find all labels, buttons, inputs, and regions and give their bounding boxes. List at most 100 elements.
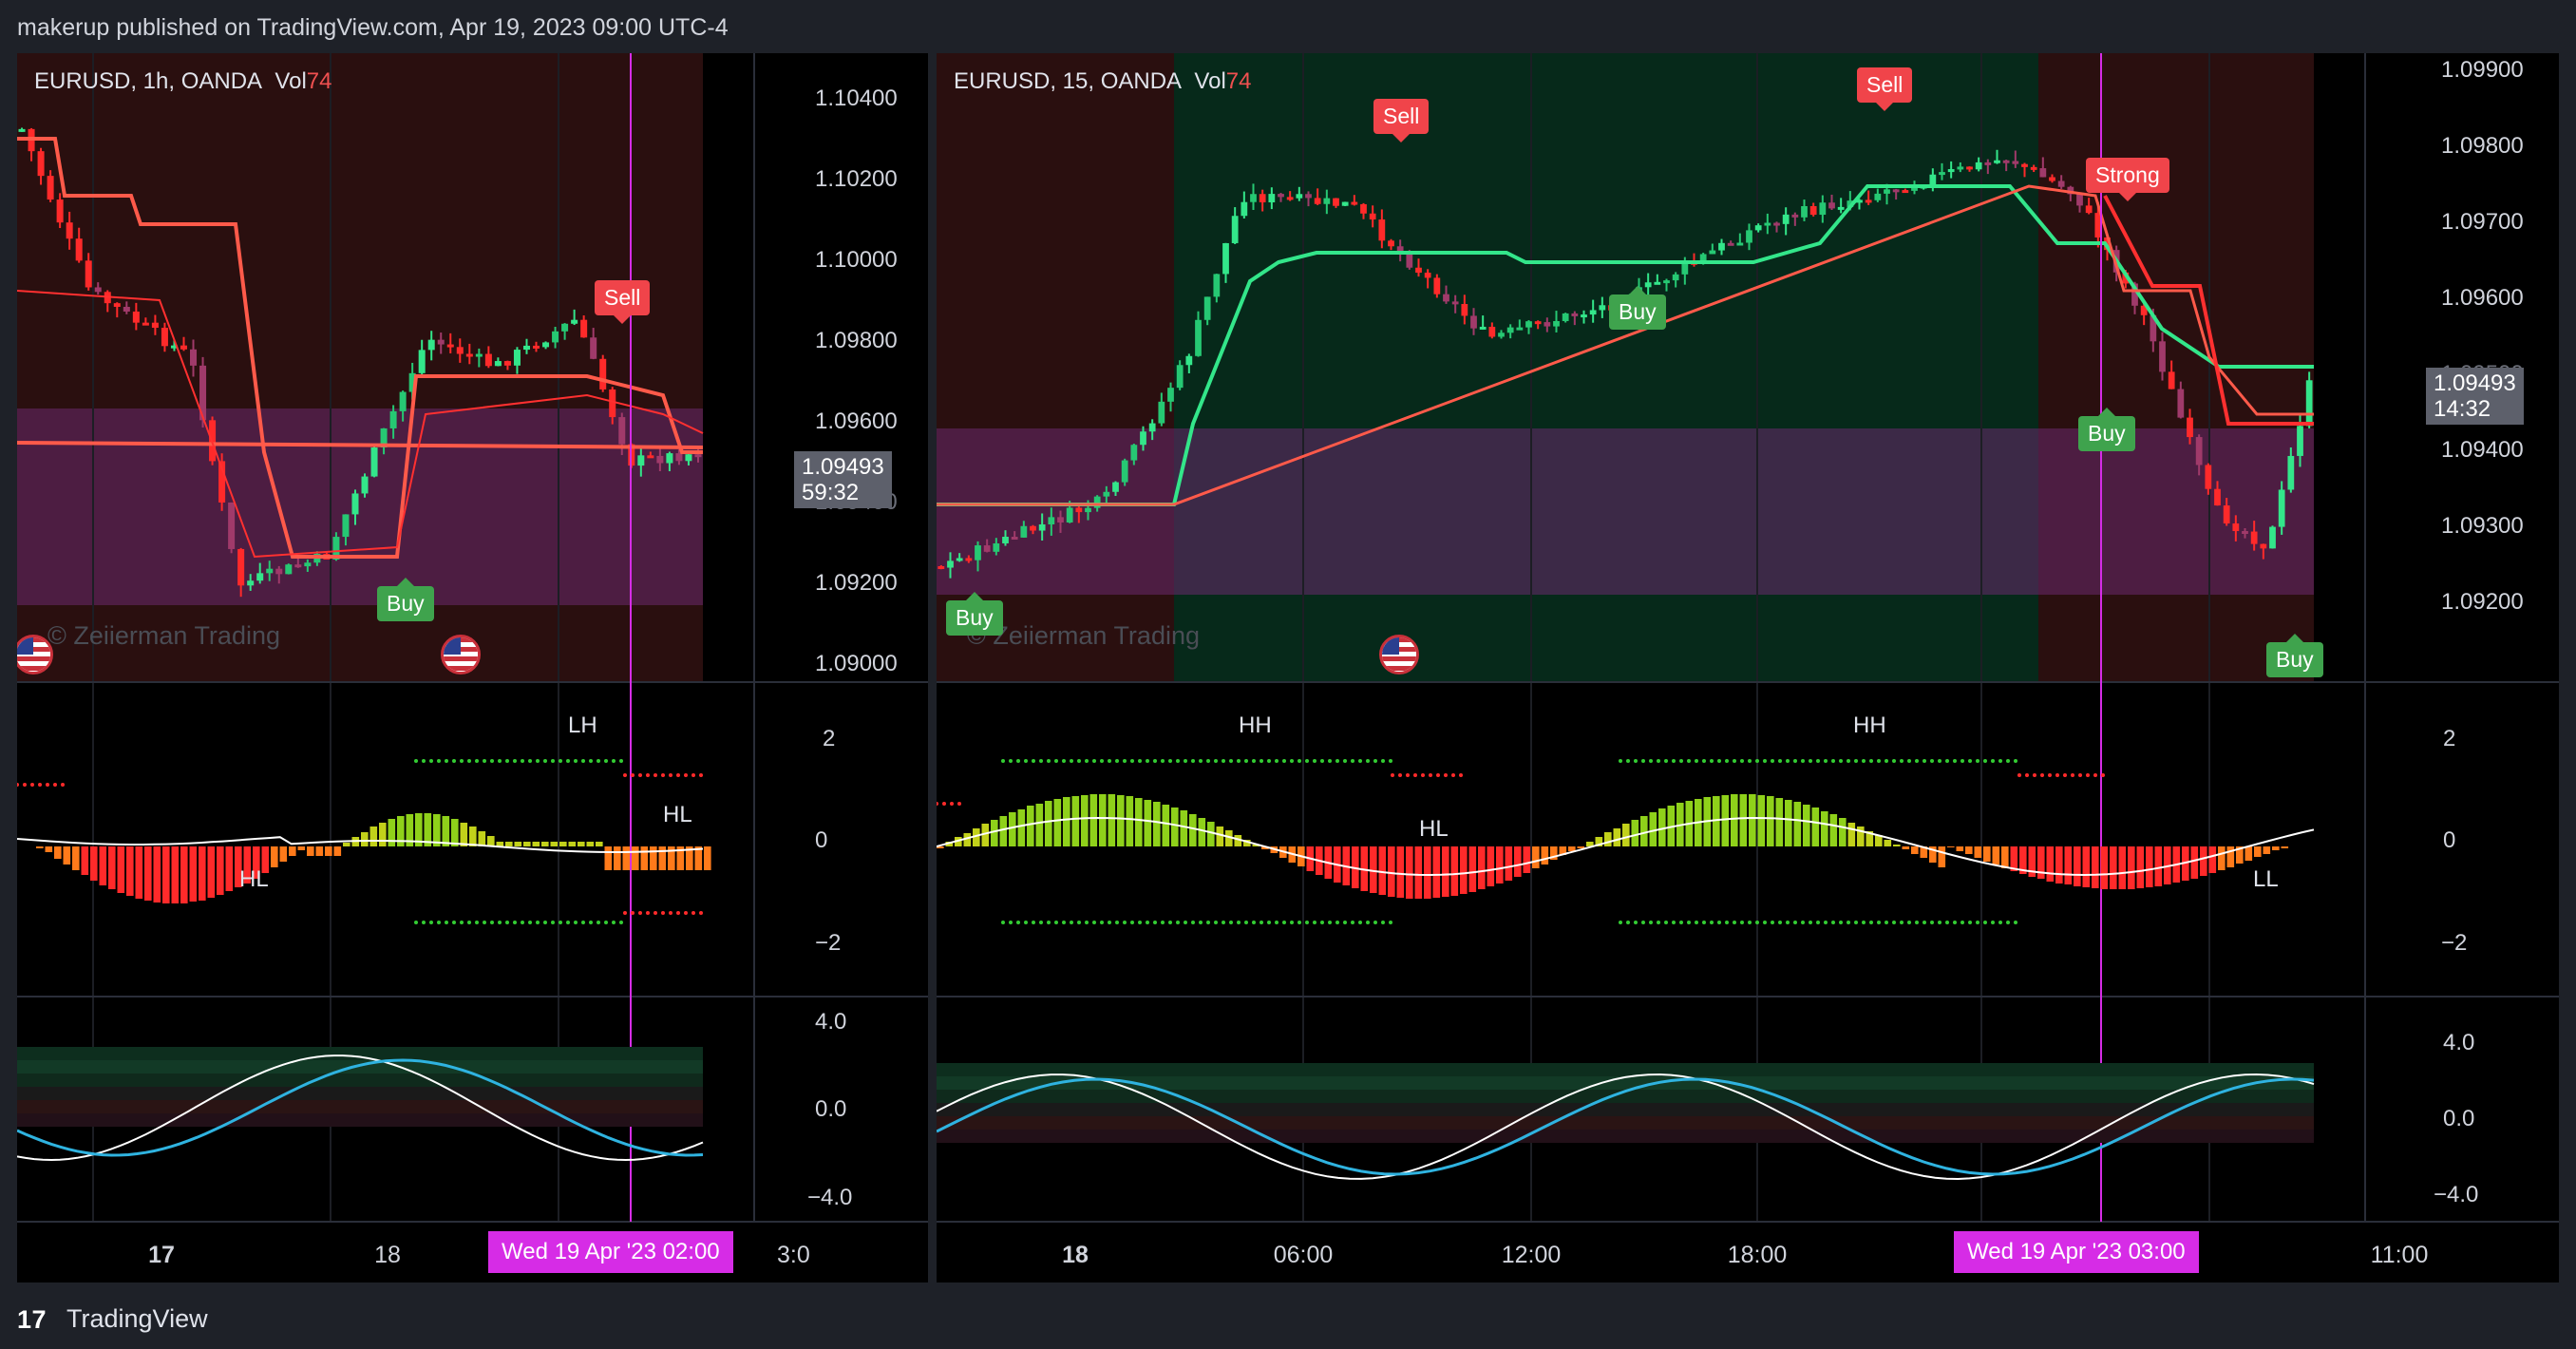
histogram-bar xyxy=(1739,794,1748,846)
histogram-bar xyxy=(271,846,278,867)
histogram-bar xyxy=(1099,794,1107,846)
band-dot xyxy=(691,773,695,777)
band-dot xyxy=(467,921,471,924)
band-dot xyxy=(619,921,623,924)
histogram-bar xyxy=(1027,806,1034,846)
band-dot xyxy=(1267,921,1271,924)
candle-body xyxy=(2205,465,2212,489)
band-dot xyxy=(566,759,570,763)
band-dot xyxy=(1725,921,1729,924)
candle-body xyxy=(1966,166,1973,170)
histogram-bar xyxy=(333,846,342,856)
candle-body xyxy=(1296,194,1303,199)
candle-body xyxy=(1360,203,1367,214)
band-dot xyxy=(1968,759,1972,763)
symbol-legend[interactable]: EURUSD, 1h, OANDA Vol74 xyxy=(34,68,331,95)
candle-body xyxy=(1663,280,1670,284)
band-dot xyxy=(551,759,555,763)
band-dot xyxy=(1679,921,1683,924)
candle-body xyxy=(85,260,92,288)
histogram-bar xyxy=(1496,846,1504,884)
band-dot xyxy=(1626,921,1630,924)
band-dot xyxy=(61,783,65,787)
candle-body xyxy=(1939,172,1945,176)
price-tick: 1.09700 xyxy=(2441,209,2524,235)
band-dot xyxy=(1290,759,1294,763)
band-dot xyxy=(2025,773,2029,777)
band-dot xyxy=(1024,921,1028,924)
band-dot xyxy=(1237,921,1241,924)
candle-body xyxy=(1736,242,1744,246)
band-dot xyxy=(1824,921,1828,924)
price-tick: 1.09300 xyxy=(2441,513,2524,539)
candle-body xyxy=(1516,327,1524,331)
candle-body xyxy=(1470,315,1477,329)
band-dot xyxy=(498,759,502,763)
band-dot xyxy=(452,921,456,924)
candle-body xyxy=(1030,525,1036,531)
band-dot xyxy=(2014,921,2017,924)
last-price-label[interactable]: 1.09493 59:32 xyxy=(794,451,892,508)
band-dot xyxy=(1786,759,1790,763)
strong-signal: Strong xyxy=(2086,158,2169,201)
band-dot xyxy=(2033,773,2036,777)
chart-panel-1h[interactable]: EURUSD, 1h, OANDA Vol74 © Zeiierman Trad… xyxy=(17,53,928,1282)
osc-tick: −2 xyxy=(2441,930,2468,956)
histogram-bar xyxy=(1468,846,1477,892)
candle-body xyxy=(361,476,369,494)
band-dot xyxy=(1710,759,1714,763)
last-price: 1.09493 xyxy=(802,454,884,480)
histogram-bar xyxy=(2272,846,2280,850)
us-flag-event-icon[interactable] xyxy=(1379,635,1419,674)
histogram-bar xyxy=(1432,846,1441,898)
band-dot xyxy=(460,921,464,924)
candle-body xyxy=(2159,341,2166,372)
band-dot xyxy=(1923,921,1926,924)
candle-body xyxy=(1553,320,1560,327)
candle-body xyxy=(66,222,73,239)
chart-panel-15m[interactable]: EURUSD, 15, OANDA Vol74 © Zeiierman Trad… xyxy=(937,53,2559,1282)
histogram-bar xyxy=(90,846,98,881)
band-dot xyxy=(1146,921,1149,924)
histogram-bar xyxy=(523,842,531,846)
histogram-bar xyxy=(1424,846,1431,899)
band-dot xyxy=(581,921,585,924)
candle-body xyxy=(1589,310,1597,315)
band-dot xyxy=(1740,921,1744,924)
band-dot xyxy=(1687,759,1691,763)
band-dot xyxy=(1320,759,1324,763)
price-tick: 1.10000 xyxy=(815,247,898,273)
band-dot xyxy=(1161,921,1165,924)
band-dot xyxy=(646,911,650,915)
histogram-bar xyxy=(586,842,595,846)
histogram-bar xyxy=(550,842,559,846)
band-dot xyxy=(2048,773,2052,777)
candle-body xyxy=(983,545,991,552)
pivot-lh: LH xyxy=(568,712,597,738)
histogram-bar xyxy=(117,846,125,893)
band-dot xyxy=(1305,759,1309,763)
candle-body xyxy=(142,322,149,326)
band-dot xyxy=(1862,759,1866,763)
band-dot xyxy=(1983,759,1987,763)
price-tick: 1.09600 xyxy=(2441,285,2524,311)
band-dot xyxy=(574,921,578,924)
last-price-label[interactable]: 1.09493 14:32 xyxy=(2426,368,2524,425)
band-dot xyxy=(551,921,555,924)
symbol-legend[interactable]: EURUSD, 15, OANDA Vol74 xyxy=(954,68,1251,95)
tradingview-logo-icon: 17 xyxy=(17,1305,47,1334)
us-flag-event-icon[interactable] xyxy=(441,635,481,674)
histogram-bar xyxy=(1902,846,1910,849)
candle-body xyxy=(1957,166,1964,170)
footer[interactable]: 17 TradingView xyxy=(0,1292,570,1340)
histogram-bar xyxy=(1450,846,1459,896)
publish-header: makerup published on TradingView.com, Ap… xyxy=(0,0,2576,53)
band-dot xyxy=(1649,759,1653,763)
histogram-bar xyxy=(279,846,288,862)
candle-body xyxy=(1947,169,1955,173)
candle-body xyxy=(1828,202,1835,209)
band-dot xyxy=(1907,759,1911,763)
candle-body xyxy=(2287,455,2295,490)
band-dot xyxy=(1998,921,2002,924)
us-flag-event-icon[interactable] xyxy=(17,635,53,674)
